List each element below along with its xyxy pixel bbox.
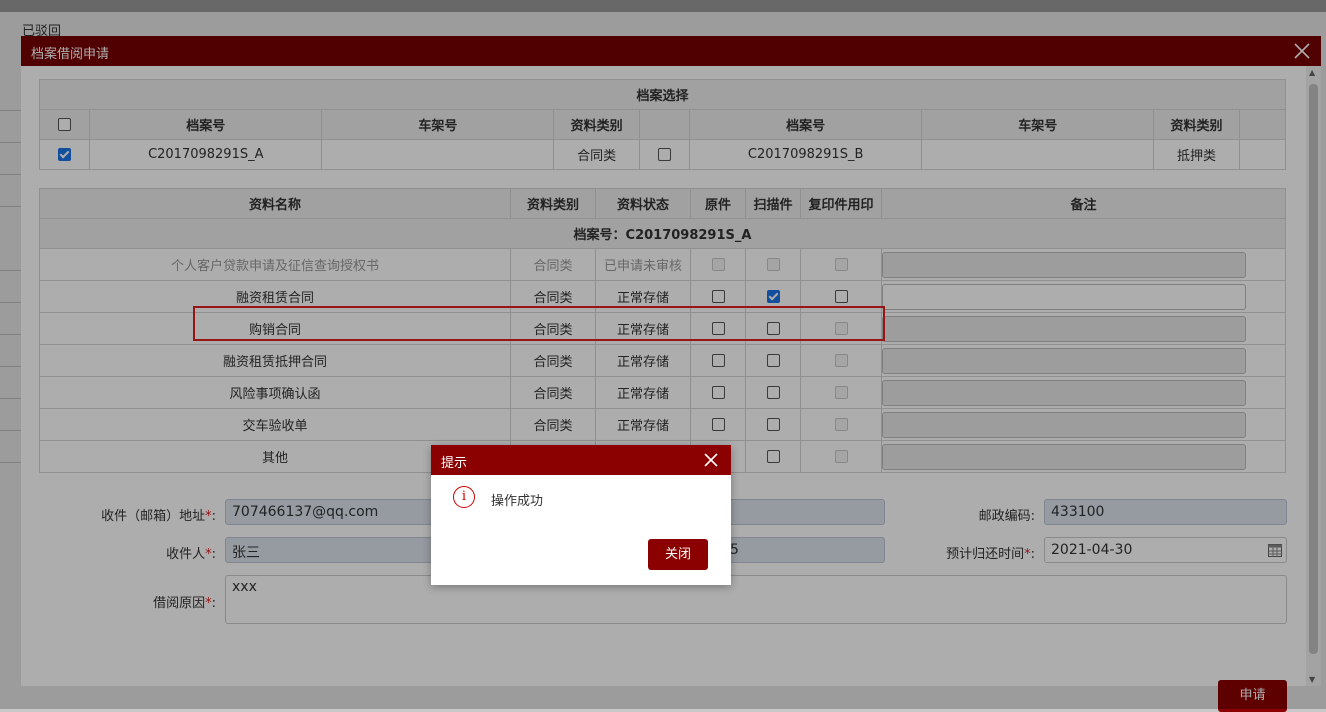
modal-overlay [0,0,1326,709]
notice-close-button[interactable]: 关闭 [648,539,708,570]
close-icon[interactable] [701,450,721,470]
notice-title: 提示 [441,456,468,471]
notice-dialog: 提示 i 操作成功 关闭 [431,445,731,585]
info-icon: i [453,486,475,508]
notice-header: 提示 [431,445,731,475]
notice-message: 操作成功 [491,494,544,509]
